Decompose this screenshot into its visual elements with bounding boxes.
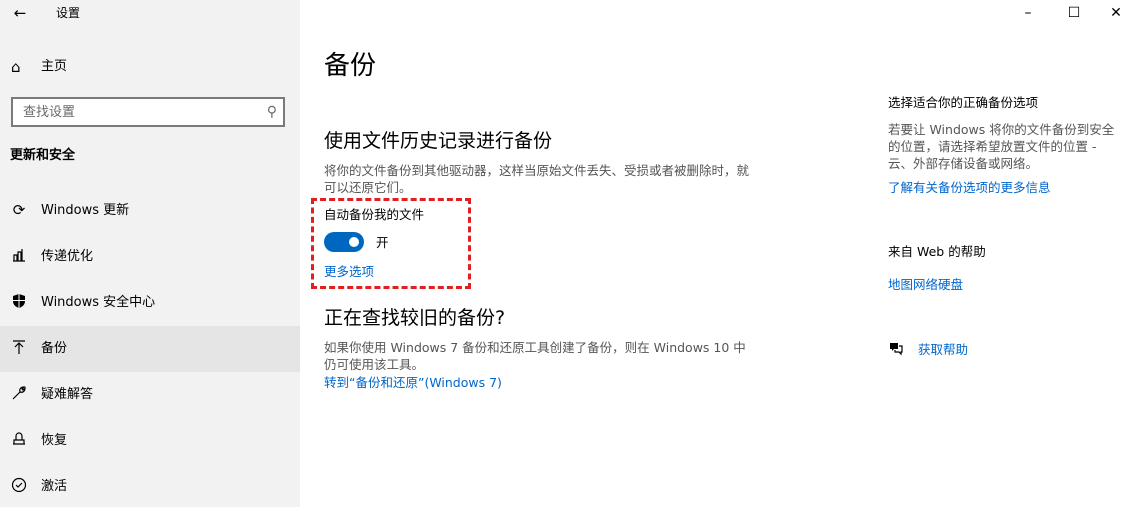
sidebar-item-activation[interactable]: 激活	[0, 464, 300, 507]
sidebar-item-label: 传递优化	[41, 249, 94, 264]
back-arrow-icon: ←	[13, 4, 27, 22]
sidebar: ← 设置 ⌂ 主页 ⚲ 更新和安全 ⟳ Windows 更新 传递优化 Wind…	[0, 0, 300, 507]
older-backup-description: 如果你使用 Windows 7 备份和还原工具创建了备份，则在 Windows …	[324, 340, 746, 372]
search-icon[interactable]: ⚲	[267, 103, 277, 121]
sidebar-item-label: Windows 安全中心	[41, 295, 156, 310]
minimize-button[interactable]: –	[1008, 0, 1048, 26]
activation-check-icon	[10, 477, 28, 495]
sidebar-item-security-center[interactable]: Windows 安全中心	[0, 280, 300, 326]
sidebar-item-label: 激活	[41, 479, 68, 494]
back-button[interactable]: ←	[10, 3, 30, 23]
maximize-icon: ☐	[1067, 5, 1081, 21]
sidebar-item-label: 主页	[41, 59, 68, 74]
more-options-link[interactable]: 更多选项	[324, 263, 374, 280]
file-history-description: 将你的文件备份到其他驱动器，这样当原始文件丢失、受损或者被删除时，就可以还原它们…	[324, 163, 750, 195]
web-help-title: 来自 Web 的帮助	[888, 244, 986, 259]
learn-more-link[interactable]: 了解有关备份选项的更多信息	[888, 179, 1051, 196]
backup-restore-win7-link[interactable]: 转到“备份和还原”(Windows 7)	[324, 374, 502, 391]
get-help-link[interactable]: 获取帮助	[918, 341, 968, 358]
chat-help-icon	[888, 340, 904, 361]
wrench-icon	[10, 385, 28, 403]
sidebar-item-home[interactable]: ⌂ 主页	[0, 52, 300, 82]
sync-icon: ⟳	[12, 201, 26, 219]
minimize-icon: –	[1024, 5, 1032, 21]
title-bar: ← 设置	[0, 0, 300, 26]
sidebar-item-label: Windows 更新	[41, 203, 130, 218]
recovery-icon	[10, 431, 28, 449]
close-icon: ✕	[1110, 5, 1122, 21]
file-history-heading: 使用文件历史记录进行备份	[324, 130, 553, 152]
delivery-optimization-icon	[10, 247, 28, 265]
choose-backup-title: 选择适合你的正确备份选项	[888, 95, 1039, 110]
maximize-button[interactable]: ☐	[1054, 0, 1094, 26]
home-icon: ⌂	[11, 58, 21, 76]
page-title: 备份	[324, 51, 377, 81]
sidebar-item-backup[interactable]: 备份	[0, 326, 300, 372]
older-backup-heading: 正在查找较旧的备份?	[324, 307, 506, 329]
sidebar-item-label: 疑难解答	[41, 387, 94, 402]
search-box[interactable]: ⚲	[11, 97, 285, 127]
sidebar-item-troubleshoot[interactable]: 疑难解答	[0, 372, 300, 418]
close-button[interactable]: ✕	[1096, 0, 1136, 26]
toggle-knob	[349, 237, 359, 247]
sidebar-item-delivery-optimization[interactable]: 传递优化	[0, 234, 300, 280]
sidebar-item-windows-update[interactable]: ⟳ Windows 更新	[0, 188, 300, 234]
app-title: 设置	[56, 6, 81, 20]
sidebar-item-label: 恢复	[41, 433, 68, 448]
shield-icon	[10, 293, 28, 311]
map-network-drive-link[interactable]: 地图网络硬盘	[888, 276, 963, 293]
choose-backup-description: 若要让 Windows 将你的文件备份到安全的位置，请选择希望放置文件的位置 -…	[888, 122, 1115, 171]
backup-upload-icon	[10, 339, 28, 357]
auto-backup-toggle[interactable]	[324, 232, 364, 252]
sidebar-item-label: 备份	[41, 341, 68, 356]
search-input[interactable]	[13, 99, 253, 125]
section-title: 更新和安全	[10, 148, 76, 163]
auto-backup-label: 自动备份我的文件	[324, 207, 425, 222]
toggle-state-text: 开	[376, 235, 389, 250]
sidebar-item-recovery[interactable]: 恢复	[0, 418, 300, 464]
